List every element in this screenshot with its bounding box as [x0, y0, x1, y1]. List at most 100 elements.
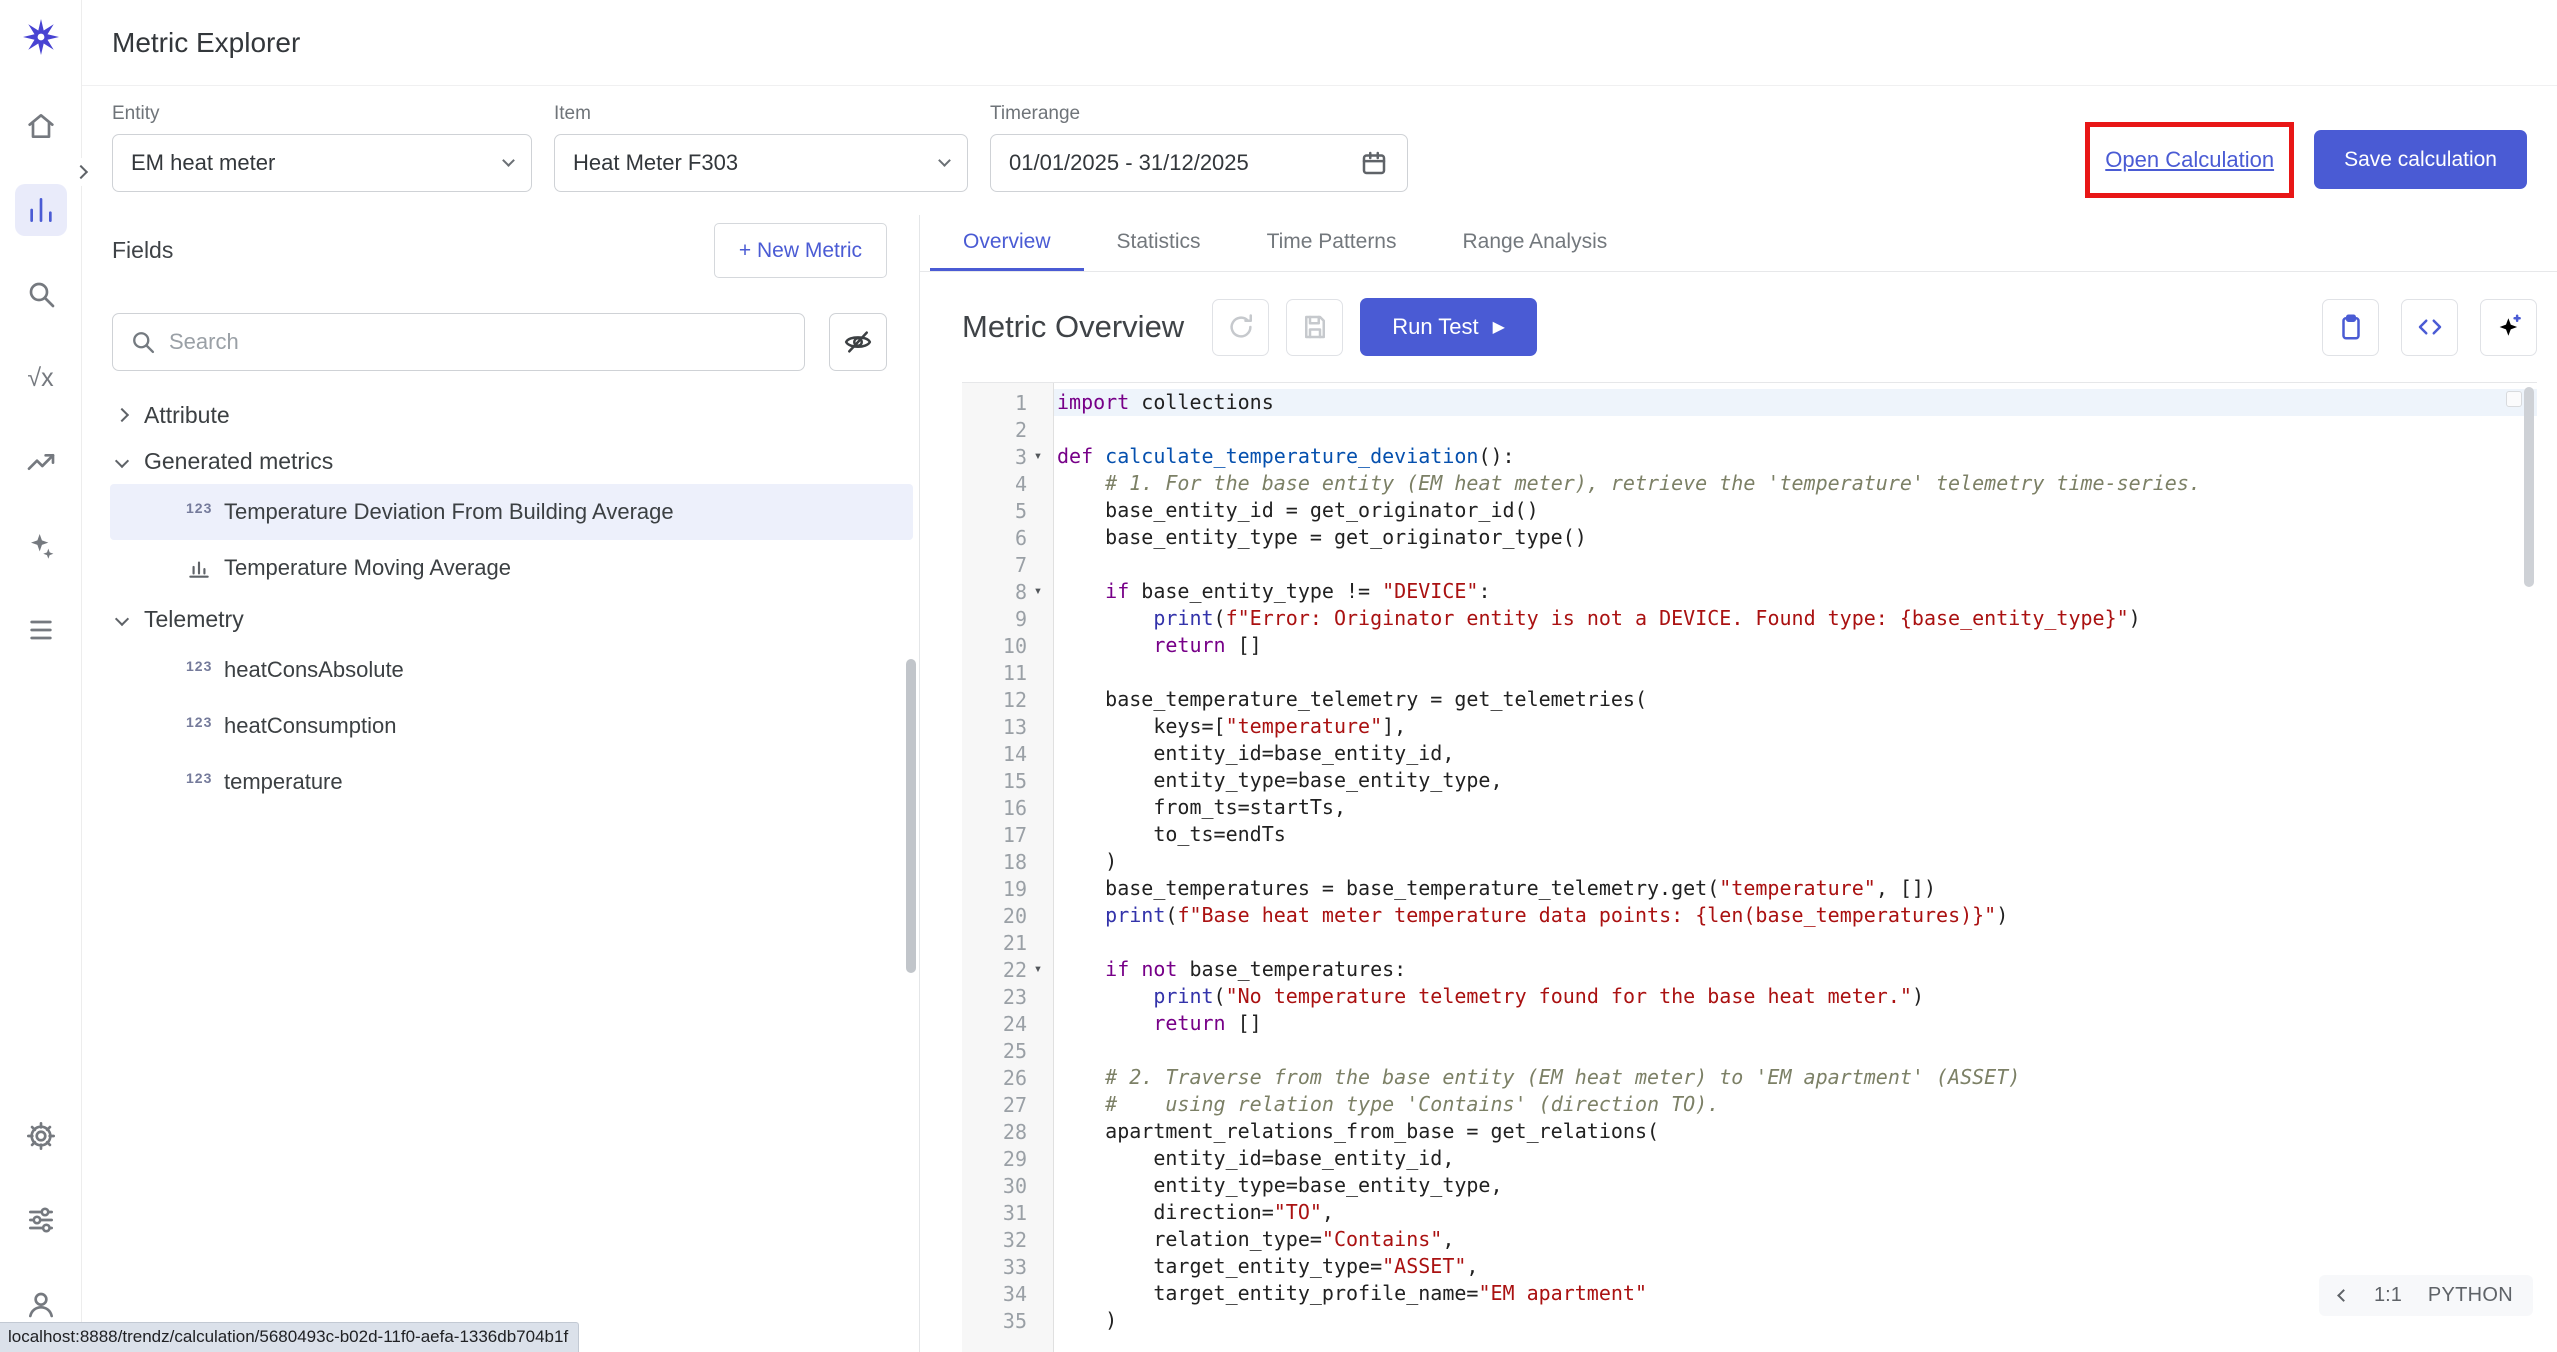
code-line[interactable]: to_ts=endTs [1054, 821, 2537, 848]
code-line[interactable]: entity_id=base_entity_id, [1054, 1145, 2537, 1172]
app-logo[interactable] [18, 14, 64, 60]
code-line[interactable]: print(f"Error: Originator entity is not … [1054, 605, 2537, 632]
sidebar-expand-button[interactable] [67, 158, 95, 186]
code-line[interactable]: return [] [1054, 1010, 2537, 1037]
code-line[interactable]: base_entity_type = get_originator_type() [1054, 524, 2537, 551]
line-number: 29 [962, 1145, 1053, 1172]
code-line[interactable]: ) [1054, 1307, 2537, 1334]
code-line[interactable] [1054, 416, 2537, 443]
code-line[interactable]: base_entity_id = get_originator_id() [1054, 497, 2537, 524]
field-item-temperature-deviation-from-building-average[interactable]: 123Temperature Deviation From Building A… [110, 484, 913, 540]
code-line[interactable]: print(f"Base heat meter temperature data… [1054, 902, 2537, 929]
refresh-button[interactable] [1212, 299, 1269, 356]
code-line[interactable] [1054, 929, 2537, 956]
code-line[interactable] [1054, 551, 2537, 578]
views-button[interactable] [15, 604, 67, 656]
code-line[interactable]: # 2. Traverse from the base entity (EM h… [1054, 1064, 2537, 1091]
code-line[interactable]: base_temperature_telemetry = get_telemet… [1054, 686, 2537, 713]
code-line[interactable]: apartment_relations_from_base = get_rela… [1054, 1118, 2537, 1145]
line-number: 8▾ [962, 578, 1053, 605]
item-value: Heat Meter F303 [573, 150, 738, 176]
code-line[interactable]: keys=["temperature"], [1054, 713, 2537, 740]
tree-section-generated-metrics[interactable]: Generated metrics [82, 438, 919, 484]
field-item-heatconsumption[interactable]: 123heatConsumption [110, 698, 913, 754]
code-line[interactable]: ) [1054, 848, 2537, 875]
chevron-down-icon [115, 612, 129, 626]
tab-statistics[interactable]: Statistics [1084, 215, 1234, 271]
tab-range-analysis[interactable]: Range Analysis [1430, 215, 1641, 271]
body-split: Fields + New Metric [82, 215, 2557, 1352]
ai-assistant-button[interactable] [15, 520, 67, 572]
field-item-temperature-moving-average[interactable]: Temperature Moving Average [110, 540, 913, 596]
fold-marker-icon[interactable]: ▾ [1027, 961, 1049, 977]
settings-button[interactable] [15, 1110, 67, 1162]
entity-field-group: Entity EM heat meter [112, 103, 532, 192]
code-line[interactable]: def calculate_temperature_deviation(): [1054, 443, 2537, 470]
code-line[interactable] [1054, 659, 2537, 686]
editor-code[interactable]: import collections def calculate_temperat… [1054, 383, 2537, 1352]
chevron-down-icon [115, 454, 129, 468]
chevron-left-icon[interactable] [2337, 1289, 2350, 1302]
hide-fields-button[interactable] [829, 313, 887, 371]
open-calculation-link[interactable]: Open Calculation [2105, 147, 2274, 172]
toolbar-right: Open Calculation Save calculation [2105, 130, 2527, 189]
calculations-button[interactable]: √x [15, 352, 67, 404]
editor-gutter: 123▾45678▾910111213141516171819202122▾23… [962, 383, 1054, 1352]
code-line[interactable]: target_entity_profile_name="EM apartment… [1054, 1280, 2537, 1307]
code-line[interactable]: # using relation type 'Contains' (direct… [1054, 1091, 2537, 1118]
code-line[interactable]: entity_type=base_entity_type, [1054, 767, 2537, 794]
fold-marker-icon[interactable]: ▾ [1027, 583, 1049, 599]
copy-script-button[interactable] [2322, 299, 2379, 356]
field-item-label: Temperature Deviation From Building Aver… [224, 499, 674, 525]
field-item-label: heatConsumption [224, 713, 396, 739]
code-line[interactable]: direction="TO", [1054, 1199, 2537, 1226]
line-number: 11 [962, 659, 1053, 686]
save-calculation-button[interactable]: Save calculation [2314, 130, 2527, 189]
code-view-button[interactable] [2401, 299, 2458, 356]
content-column: Metric Explorer Entity EM heat meter Ite… [82, 0, 2557, 1352]
code-line[interactable]: # 1. For the base entity (EM heat meter)… [1054, 470, 2537, 497]
item-select[interactable]: Heat Meter F303 [554, 134, 968, 192]
refresh-icon [1226, 312, 1256, 342]
code-line[interactable]: relation_type="Contains", [1054, 1226, 2537, 1253]
person-icon [25, 1288, 57, 1320]
line-number: 2 [962, 416, 1053, 443]
tab-time-patterns[interactable]: Time Patterns [1234, 215, 1430, 271]
ai-generate-button[interactable] [2480, 299, 2537, 356]
timerange-input[interactable]: 01/01/2025 - 31/12/2025 [990, 134, 1408, 192]
code-line[interactable]: import collections [1054, 389, 2537, 416]
code-editor[interactable]: 123▾45678▾910111213141516171819202122▾23… [962, 382, 2537, 1352]
field-item-temperature[interactable]: 123temperature [110, 754, 913, 810]
tree-section-telemetry[interactable]: Telemetry [82, 596, 919, 642]
code-line[interactable] [1054, 1037, 2537, 1064]
tab-overview[interactable]: Overview [930, 215, 1084, 271]
code-line[interactable]: if base_entity_type != "DEVICE": [1054, 578, 2537, 605]
code-line[interactable]: print("No temperature telemetry found fo… [1054, 983, 2537, 1010]
code-line[interactable]: from_ts=startTs, [1054, 794, 2537, 821]
search-nav-button[interactable] [15, 268, 67, 320]
code-line[interactable]: return [] [1054, 632, 2537, 659]
fields-scrollbar[interactable] [906, 659, 916, 973]
home-button[interactable] [15, 100, 67, 152]
filters-button[interactable] [15, 1194, 67, 1246]
field-item-heatconsabsolute[interactable]: 123heatConsAbsolute [110, 642, 913, 698]
analytics-button[interactable] [15, 184, 67, 236]
trends-button[interactable] [15, 436, 67, 488]
run-test-button[interactable]: Run Test ▶ [1360, 298, 1537, 356]
tree-section-attribute[interactable]: Attribute [82, 392, 919, 438]
fold-marker-icon[interactable]: ▾ [1027, 448, 1049, 464]
code-line[interactable]: entity_id=base_entity_id, [1054, 740, 2537, 767]
clipboard-icon [2336, 312, 2366, 342]
save-script-button[interactable] [1286, 299, 1343, 356]
line-number: 25 [962, 1037, 1053, 1064]
fields-tree: AttributeGenerated metrics123Temperature… [82, 392, 919, 810]
code-line[interactable]: entity_type=base_entity_type, [1054, 1172, 2537, 1199]
entity-select[interactable]: EM heat meter [112, 134, 532, 192]
code-line[interactable]: if not base_temperatures: [1054, 956, 2537, 983]
new-metric-button[interactable]: + New Metric [714, 223, 887, 278]
code-line[interactable]: target_entity_type="ASSET", [1054, 1253, 2537, 1280]
editor-scrollbar[interactable] [2524, 387, 2534, 587]
code-line[interactable]: base_temperatures = base_temperature_tel… [1054, 875, 2537, 902]
trend-line-icon [25, 446, 57, 478]
search-input[interactable] [169, 329, 788, 355]
